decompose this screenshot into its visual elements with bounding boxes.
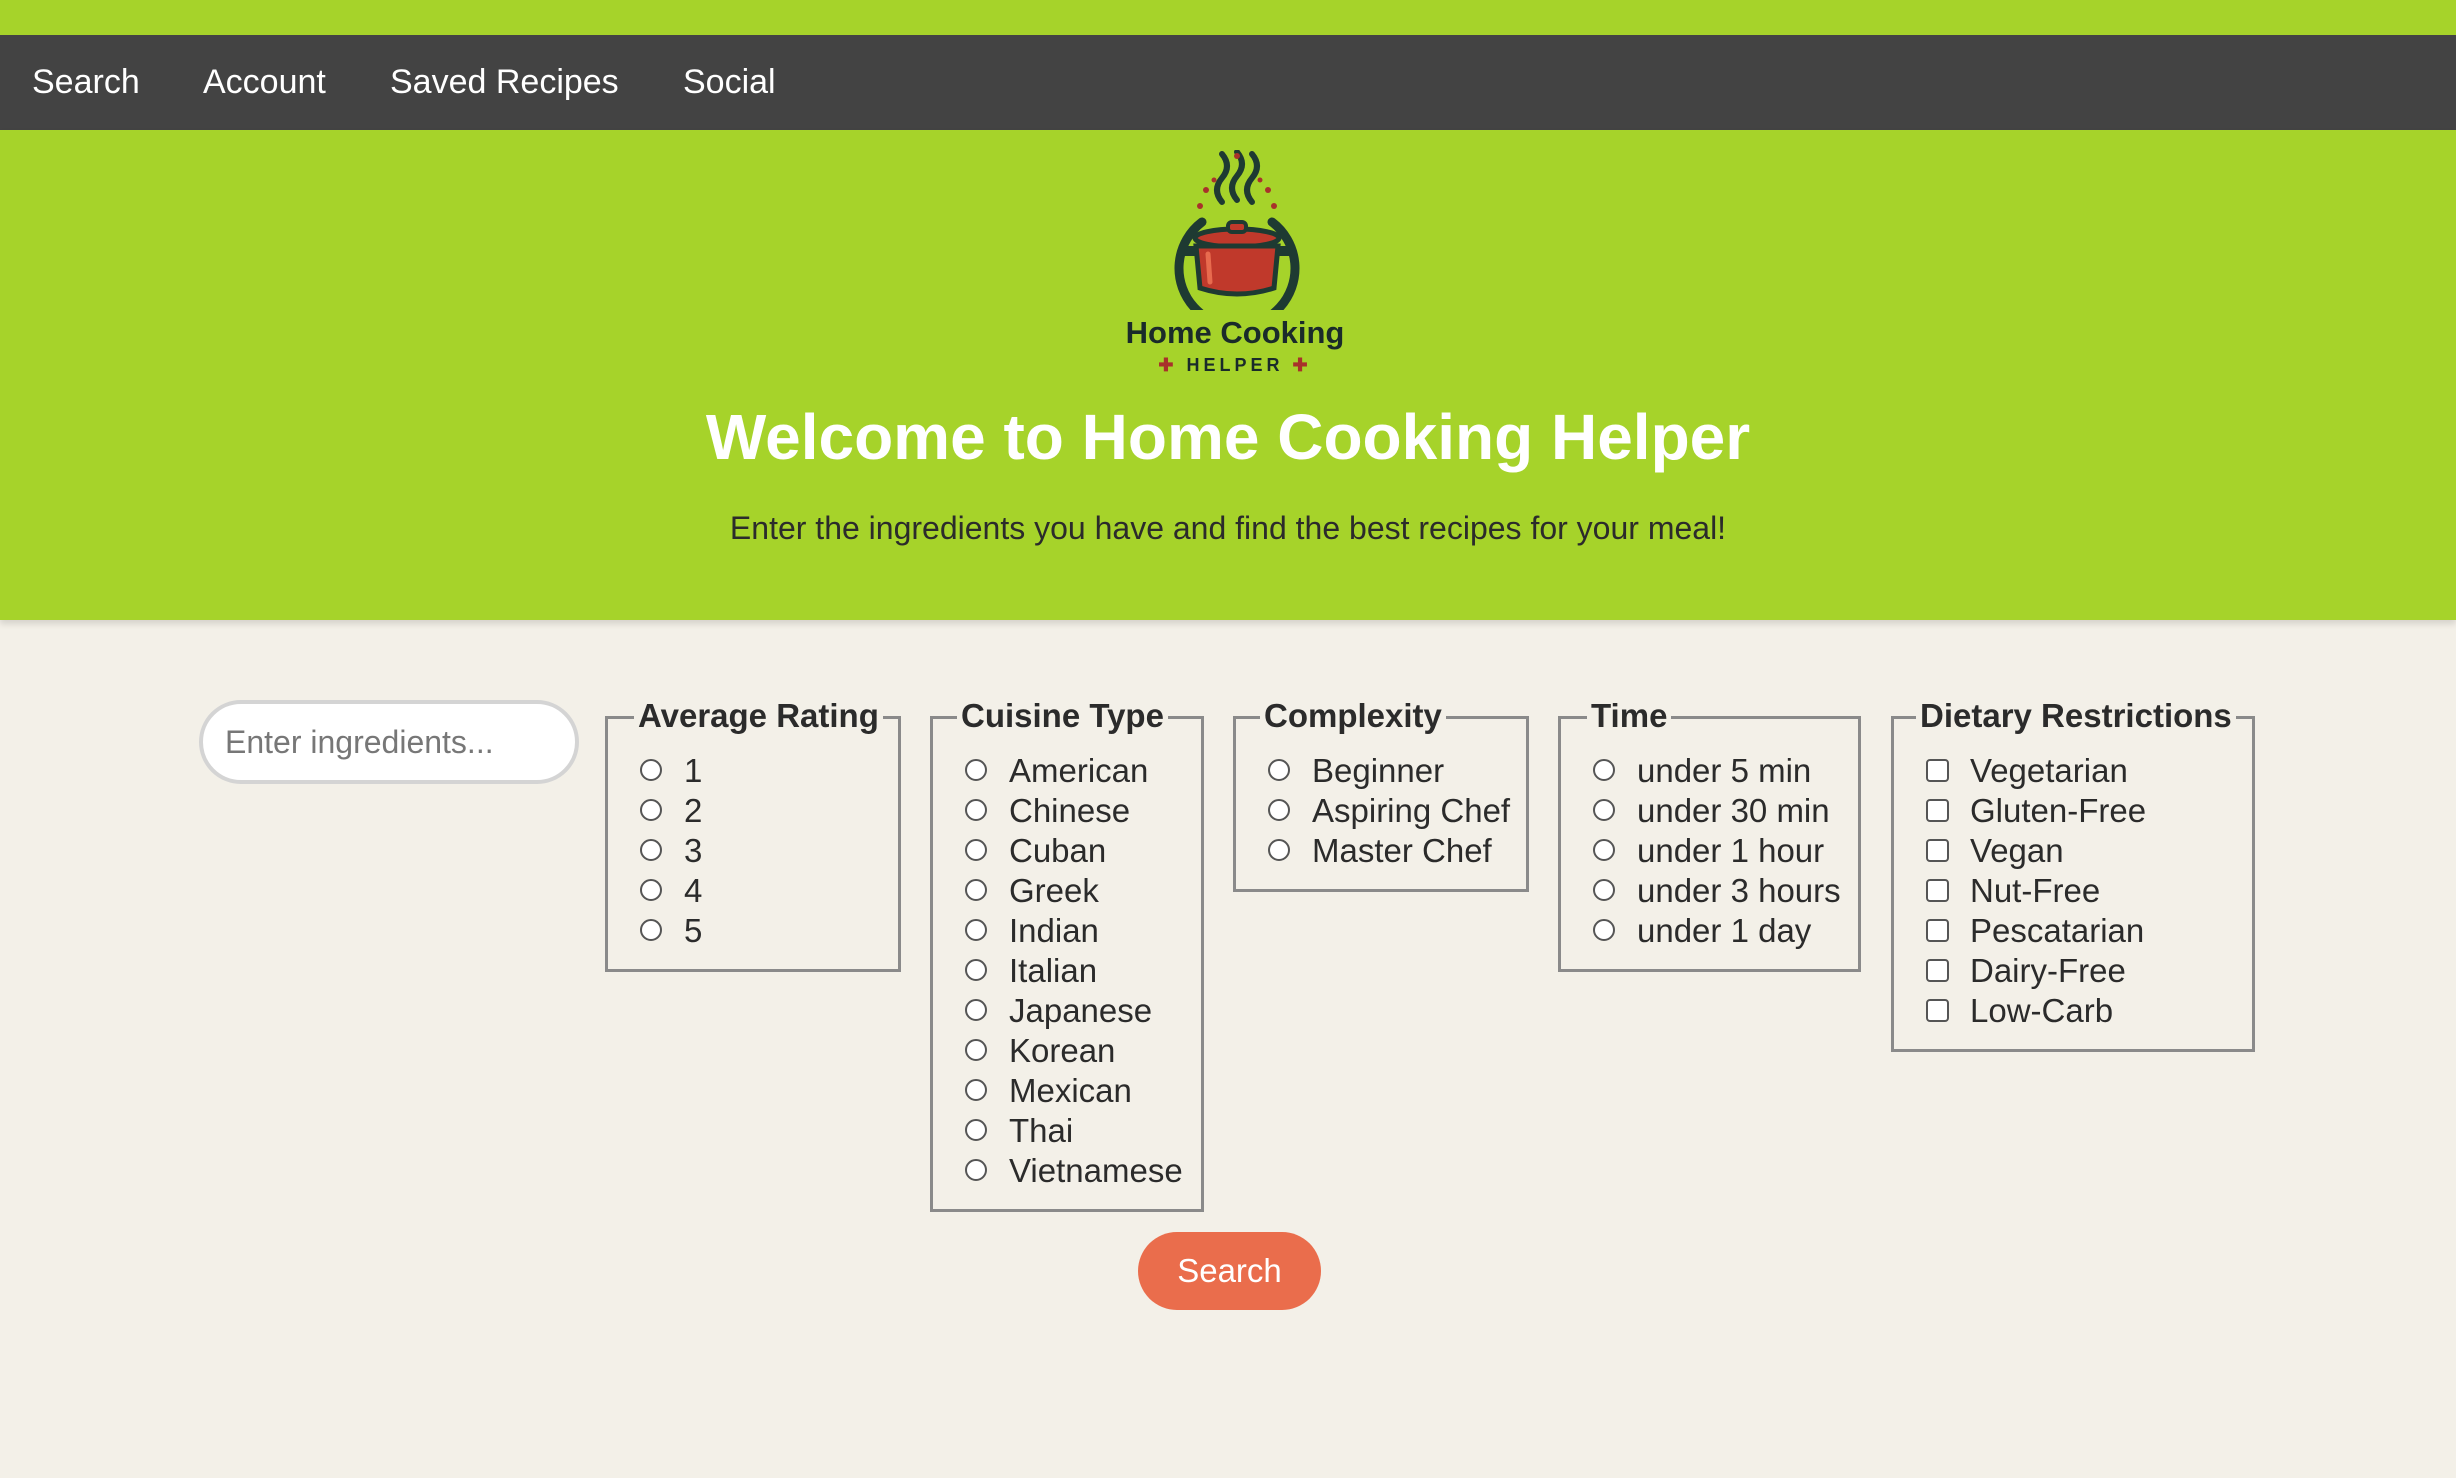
option-label: Greek [1009, 872, 1099, 909]
radio-button[interactable] [640, 839, 662, 861]
radio-button[interactable] [1268, 759, 1290, 781]
radio-button[interactable] [965, 959, 987, 981]
checkbox[interactable] [1926, 999, 1949, 1022]
option-label: Indian [1009, 912, 1099, 949]
option-label: Vegetarian [1970, 752, 2128, 789]
option-label: under 5 min [1637, 752, 1812, 789]
page-title: Welcome to Home Cooking Helper [705, 401, 1751, 473]
radio-button[interactable] [965, 1039, 987, 1061]
radio-button[interactable] [965, 1159, 987, 1181]
cooking-pot-icon [1174, 149, 1300, 331]
nav-social[interactable]: Social [683, 35, 776, 130]
option-label: Beginner [1312, 752, 1445, 789]
option-label: Gluten-Free [1970, 792, 2147, 829]
option-label: 5 [684, 912, 703, 949]
radio-button[interactable] [1593, 799, 1615, 821]
home-cooking-helper-logo: Home Cooking ✚ HELPER ✚ [1110, 149, 1360, 375]
option-label: American [1009, 752, 1149, 789]
cuisine-type-legend: Cuisine Type [957, 697, 1168, 735]
cuisine-type-group: Cuisine Type American Chinese Cuban Gree… [930, 697, 1204, 1212]
radio-button[interactable] [1593, 839, 1615, 861]
radio-button[interactable] [965, 919, 987, 941]
option-label: under 1 day [1637, 912, 1812, 949]
option-label: Chinese [1009, 792, 1131, 829]
complexity-legend: Complexity [1260, 697, 1446, 735]
option-label: Nut-Free [1970, 872, 2101, 909]
radio-button[interactable] [965, 999, 987, 1021]
radio-button[interactable] [965, 759, 987, 781]
radio-button[interactable] [965, 1119, 987, 1141]
option-label: Mexican [1009, 1072, 1132, 1109]
nav-saved-recipes[interactable]: Saved Recipes [390, 35, 619, 130]
option-label: Korean [1009, 1032, 1116, 1069]
dietary-restrictions-group: Dietary Restrictions Vegetarian Gluten-F… [1891, 697, 2255, 1052]
search-button[interactable]: Search [1138, 1232, 1321, 1310]
option-label: Low-Carb [1970, 992, 2114, 1029]
option-label: Pescatarian [1970, 912, 2145, 949]
checkbox[interactable] [1926, 759, 1949, 782]
option-label: Thai [1009, 1112, 1074, 1149]
option-label: Japanese [1009, 992, 1153, 1029]
option-label: under 30 min [1637, 792, 1830, 829]
hero-banner: Home Cooking ✚ HELPER ✚ Welcome to Home … [0, 130, 2456, 620]
plus-icon: ✚ [1158, 355, 1187, 375]
radio-button[interactable] [1593, 759, 1615, 781]
radio-button[interactable] [965, 839, 987, 861]
nav-search[interactable]: Search [32, 35, 140, 130]
checkbox[interactable] [1926, 959, 1949, 982]
radio-button[interactable] [640, 759, 662, 781]
checkbox[interactable] [1926, 799, 1949, 822]
option-label: 3 [684, 832, 703, 869]
option-label: 2 [684, 792, 703, 829]
radio-button[interactable] [1593, 879, 1615, 901]
average-rating-group: Average Rating 1 2 3 4 5 [605, 697, 901, 972]
radio-button[interactable] [1268, 799, 1290, 821]
option-label: Cuban [1009, 832, 1107, 869]
time-legend: Time [1587, 697, 1672, 735]
radio-button[interactable] [640, 799, 662, 821]
checkbox[interactable] [1926, 919, 1949, 942]
top-navbar: Search Account Saved Recipes Social [0, 35, 2456, 130]
plus-icon: ✚ [1283, 355, 1312, 375]
option-label: Master Chef [1312, 832, 1492, 869]
radio-button[interactable] [965, 879, 987, 901]
dietary-restrictions-legend: Dietary Restrictions [1916, 697, 2236, 735]
option-label: 1 [684, 752, 703, 789]
checkbox[interactable] [1926, 839, 1949, 862]
average-rating-legend: Average Rating [634, 697, 883, 735]
ingredients-search-input[interactable] [199, 700, 579, 784]
option-label: under 1 hour [1637, 832, 1825, 869]
option-label: Aspiring Chef [1312, 792, 1511, 829]
option-label: Vietnamese [1009, 1152, 1183, 1189]
option-label: Vegan [1970, 832, 2064, 869]
brand-tagline-text: HELPER [1186, 355, 1284, 375]
radio-button[interactable] [965, 1079, 987, 1101]
nav-account[interactable]: Account [203, 35, 326, 130]
radio-button[interactable] [1593, 919, 1615, 941]
option-label: Dairy-Free [1970, 952, 2126, 989]
option-label: 4 [684, 872, 703, 909]
option-label: under 3 hours [1637, 872, 1841, 909]
top-accent-strip [0, 0, 2456, 35]
brand-name: Home Cooking [1125, 315, 1345, 350]
option-label: Italian [1009, 952, 1098, 989]
page-subtitle: Enter the ingredients you have and find … [729, 510, 1727, 546]
complexity-group: Complexity Beginner Aspiring Chef Master… [1233, 697, 1529, 892]
brand-tagline: ✚ HELPER ✚ [1110, 355, 1360, 376]
radio-button[interactable] [965, 799, 987, 821]
radio-button[interactable] [640, 879, 662, 901]
time-group: Time under 5 min under 30 min under 1 ho… [1558, 697, 1861, 972]
checkbox[interactable] [1926, 879, 1949, 902]
radio-button[interactable] [1268, 839, 1290, 861]
radio-button[interactable] [640, 919, 662, 941]
